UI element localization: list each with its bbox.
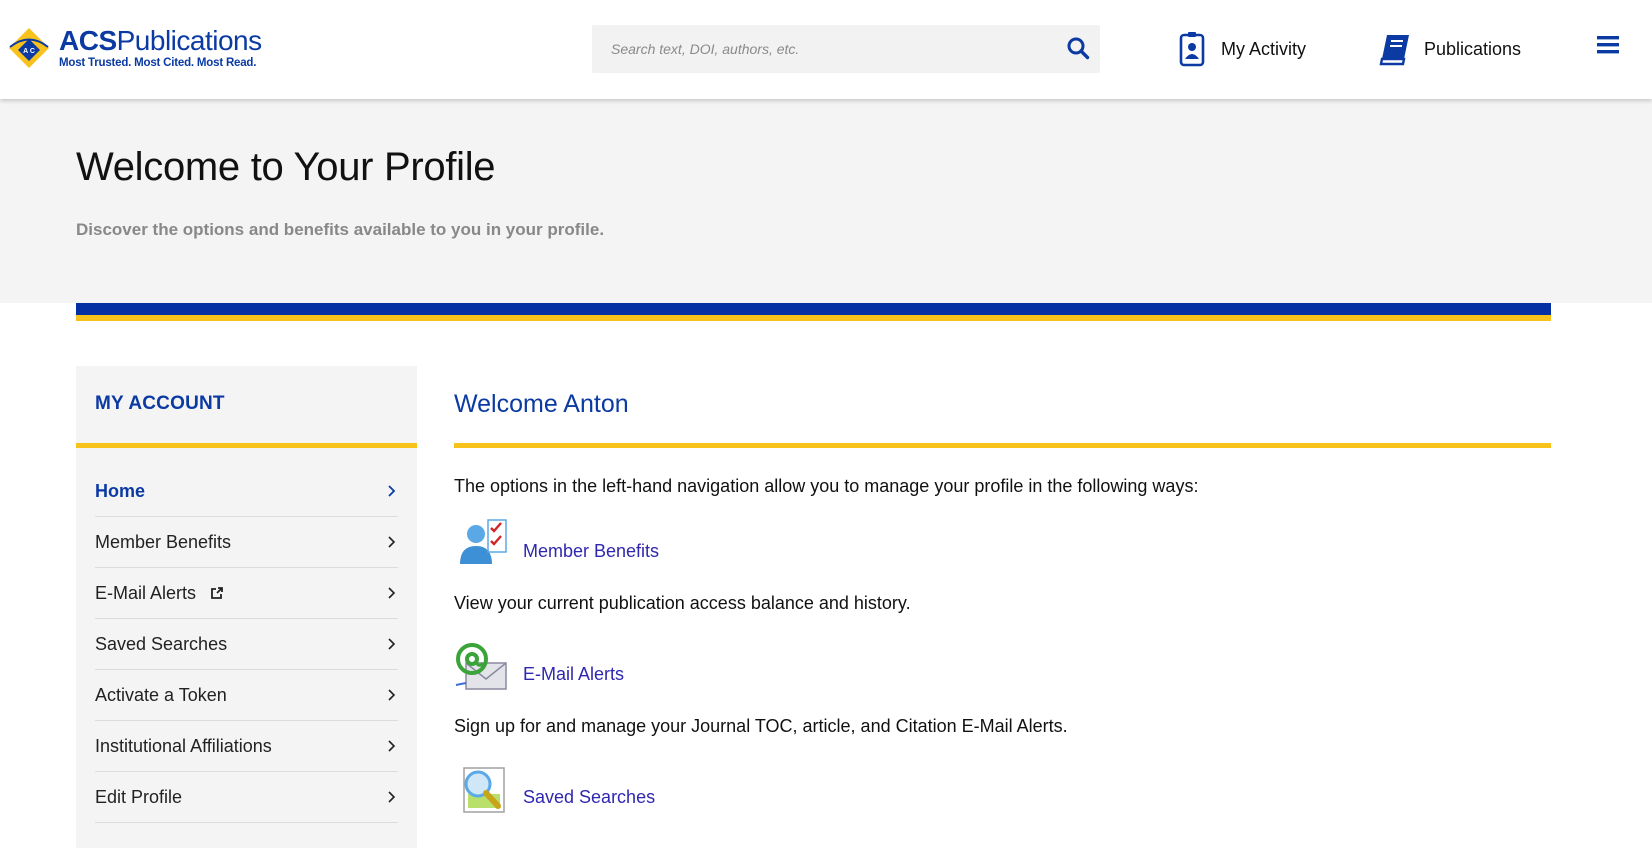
feature-email-alerts: E-Mail Alerts (454, 641, 1054, 693)
hamburger-menu-icon (1597, 35, 1619, 53)
logo-wordmark: ACSPublications (59, 25, 262, 56)
main-divider (454, 443, 1551, 448)
saved-searches-link[interactable]: Saved Searches (523, 787, 655, 808)
chevron-right-icon (388, 689, 396, 701)
acs-emblem-icon: A C (9, 28, 49, 68)
sidebar-item-label: Institutional Affiliations (95, 735, 272, 756)
chevron-right-icon (388, 485, 396, 497)
site-header: A C ACSPublications Most Trusted. Most C… (0, 0, 1652, 99)
page-title: Welcome to Your Profile (76, 145, 496, 189)
email-alerts-link[interactable]: E-Mail Alerts (523, 664, 624, 685)
brand-divider-yellow (76, 315, 1551, 321)
sidebar-item-saved-searches[interactable]: Saved Searches (95, 619, 398, 670)
logo-tagline: Most Trusted. Most Cited. Most Read. (59, 57, 257, 69)
publications-link[interactable]: Publications (1378, 30, 1521, 68)
sidebar-item-label: Member Benefits (95, 531, 232, 552)
sidebar-item-member-benefits[interactable]: Member Benefits (95, 517, 398, 568)
publications-label: Publications (1424, 38, 1522, 59)
member-checklist-icon (460, 519, 507, 564)
my-activity-link[interactable]: My Activity (1175, 30, 1306, 68)
welcome-heading: Welcome Anton (454, 390, 629, 418)
sidebar-item-label: Activate a Token (95, 684, 227, 705)
sidebar-item-email-alerts[interactable]: E-Mail Alerts (95, 568, 398, 619)
chevron-right-icon (388, 638, 396, 650)
svg-text:A C: A C (23, 48, 35, 55)
brand-divider-blue (76, 303, 1551, 315)
sidebar-item-label: E-Mail Alerts (95, 582, 197, 603)
member-benefits-link[interactable]: Member Benefits (523, 541, 659, 562)
feature-saved-searches: Saved Searches (454, 764, 1054, 816)
sidebar-item-edit-profile[interactable]: Edit Profile (95, 772, 398, 823)
page-subtitle: Discover the options and benefits availa… (76, 220, 605, 239)
sidebar-nav: Home Member Benefits E-Mail Alerts Saved… (95, 466, 398, 823)
external-link-icon (210, 586, 224, 600)
profile-hero: Welcome to Your Profile Discover the opt… (0, 99, 1652, 303)
sidebar-divider (76, 443, 417, 448)
chevron-right-icon (388, 587, 396, 599)
acs-publications-logo[interactable]: A C ACSPublications Most Trusted. Most C… (6, 26, 266, 72)
chevron-right-icon (388, 791, 396, 803)
book-icon (1378, 30, 1412, 68)
saved-search-magnifier-icon (463, 767, 505, 813)
sidebar-item-home[interactable]: Home (95, 466, 398, 517)
sidebar-title: MY ACCOUNT (95, 393, 225, 414)
sidebar-item-label: Home (95, 480, 146, 501)
sidebar-item-institutional-affiliations[interactable]: Institutional Affiliations (95, 721, 398, 772)
chevron-right-icon (388, 536, 396, 548)
menu-button[interactable] (1594, 33, 1622, 59)
id-badge-icon (1175, 30, 1209, 68)
search-icon (1067, 37, 1090, 59)
search-bar (592, 25, 1100, 73)
intro-text: The options in the left-hand navigation … (454, 476, 1199, 496)
sidebar-item-activate-token[interactable]: Activate a Token (95, 670, 398, 721)
member-benefits-description: View your current publication access bal… (454, 593, 911, 613)
sidebar-item-label: Saved Searches (95, 633, 228, 654)
feature-member-benefits: Member Benefits (454, 518, 1054, 570)
email-at-icon (455, 643, 507, 690)
chevron-right-icon (388, 740, 396, 752)
account-sidebar: MY ACCOUNT Home Member Benefits E-Mail A… (76, 366, 417, 848)
email-alerts-description: Sign up for and manage your Journal TOC,… (454, 716, 1068, 736)
my-activity-label: My Activity (1221, 38, 1307, 59)
sidebar-item-label: Edit Profile (95, 786, 183, 807)
search-input[interactable] (592, 25, 1052, 73)
search-button[interactable] (1064, 35, 1092, 63)
